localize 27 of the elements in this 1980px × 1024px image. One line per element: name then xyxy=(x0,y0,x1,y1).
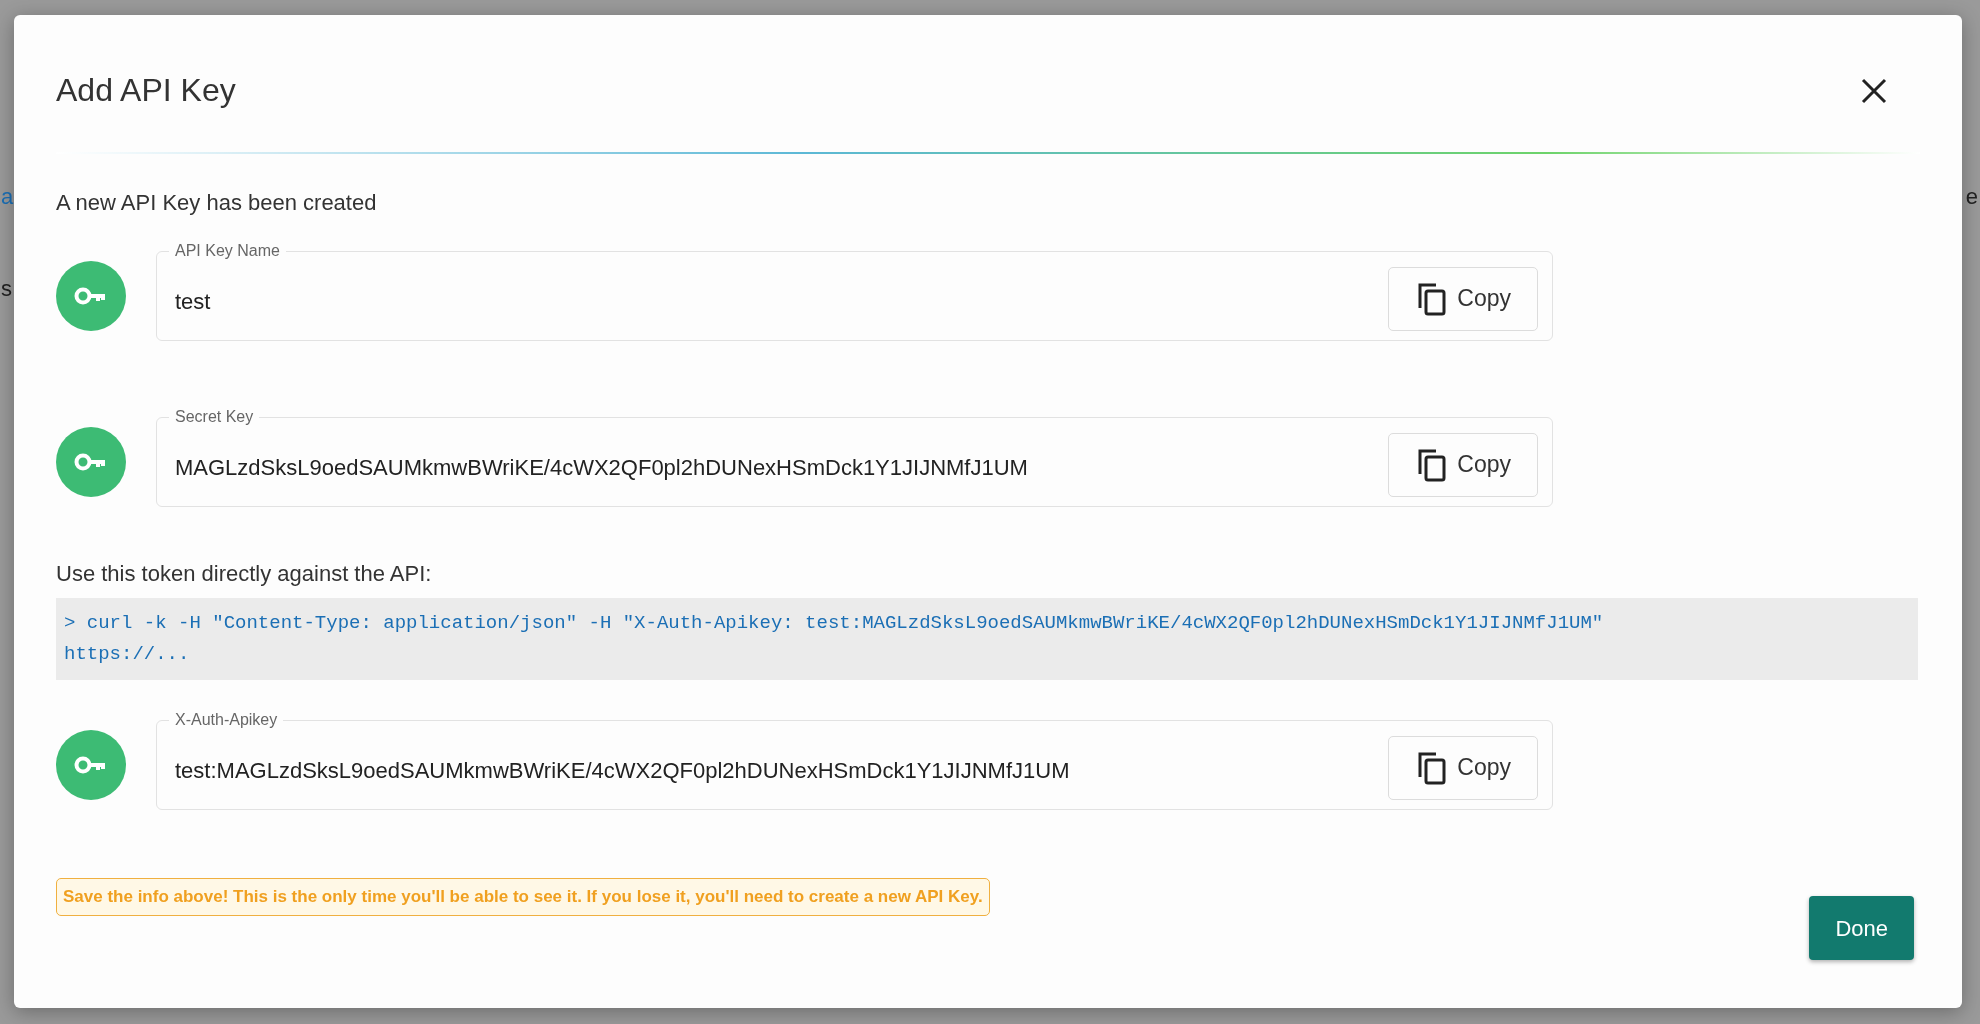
field-label: X-Auth-Apikey xyxy=(174,710,279,730)
key-field[interactable]: X-Auth-Apikey test:MAGLzdSksL9oedSAUMkmwBWriKE/4cWX2QF0pl2hDUNexHSmDck1Y1JIJNMfJ1UM Copy xyxy=(156,710,1553,810)
field-value: test xyxy=(175,288,211,316)
copy-icon xyxy=(1417,750,1448,785)
copy-button[interactable]: Copy xyxy=(1388,735,1538,800)
usage-text: Use this token directly against the API: xyxy=(56,560,433,588)
key-icon xyxy=(56,427,126,497)
done-button[interactable]: Done xyxy=(1809,896,1914,960)
warning-text: Save the info above! This is the only time you'll be able to see it. If you lose it, you'll need to create a new API Key. xyxy=(56,878,990,916)
field-label: API Key Name xyxy=(174,241,281,261)
field-label: Secret Key xyxy=(174,407,255,427)
background-text: s xyxy=(1,275,12,303)
key-icon xyxy=(56,730,126,800)
background-text: e xyxy=(1965,183,1978,211)
field-value: test:MAGLzdSksL9oedSAUMkmwBWriKE/4cWX2QF0pl2hDUNexHSmDck1Y1JIJNMfJ1UM xyxy=(175,757,1070,785)
copy-button[interactable]: Copy xyxy=(1388,266,1538,331)
key-field[interactable]: Secret Key MAGLzdSksL9oedSAUMkmwBWriKE/4cWX2QF0pl2hDUNexHSmDck1Y1JIJNMfJ1UM Copy xyxy=(156,407,1553,507)
code-line: https://... xyxy=(64,642,191,667)
copy-icon xyxy=(1417,447,1448,482)
copy-button[interactable]: Copy xyxy=(1388,432,1538,497)
field-value: MAGLzdSksL9oedSAUMkmwBWriKE/4cWX2QF0pl2hDUNexHSmDck1Y1JIJNMfJ1UM xyxy=(175,454,1028,482)
code-line: > curl -k -H "Content-Type: application/json" -H "X-Auth-Apikey: test:MAGLzdSksL9oedSAUMkmwBWriKE/4cWX2QF0pl2hDUNexHSmDck1Y1JIJNMfJ1UM" xyxy=(64,611,1605,636)
copy-icon xyxy=(1417,281,1448,316)
dialog-title: Add API Key xyxy=(56,71,236,110)
intro-text: A new API Key has been created xyxy=(56,189,378,217)
key-field[interactable]: API Key Name test Copy xyxy=(156,241,1553,341)
key-icon xyxy=(56,261,126,331)
